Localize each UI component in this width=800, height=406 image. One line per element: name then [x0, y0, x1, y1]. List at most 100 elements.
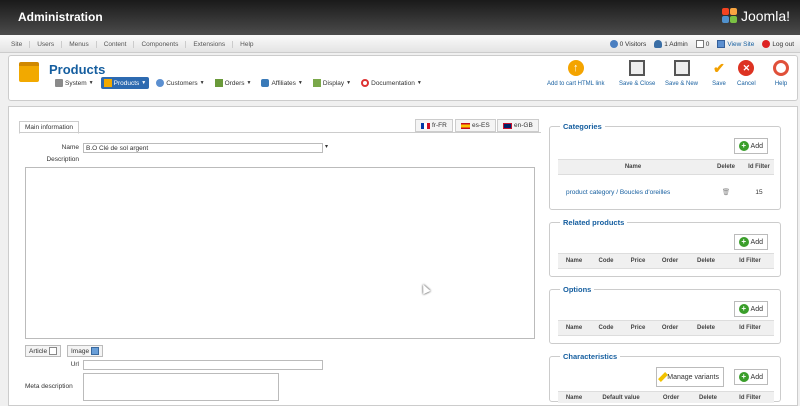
characteristics-table-header: Name Default value Order Delete Id Filte… [558, 391, 774, 403]
menu-help[interactable]: Help [233, 41, 260, 48]
categories-table-header: Name Delete Id Filter [558, 159, 774, 175]
save-new-button[interactable]: Save & New [665, 60, 698, 87]
col-id-filter: Id Filter [748, 164, 770, 170]
options-add-button[interactable]: + Add [733, 301, 768, 317]
tab-en-gb[interactable]: en-GB [497, 119, 539, 132]
name-label: Name [61, 144, 79, 151]
products-icon [19, 62, 39, 82]
meta-description-textarea[interactable] [83, 373, 279, 401]
plus-icon: + [738, 141, 749, 151]
check-icon: ✔ [713, 59, 725, 76]
save-close-button[interactable]: Save & Close [619, 60, 655, 87]
options-table-header: Name Code Price Order Delete Id Filter [558, 320, 774, 336]
image-button[interactable]: Image [67, 345, 104, 357]
menu-components[interactable]: Components [134, 40, 187, 48]
flag-spain-icon [461, 122, 470, 129]
affiliates-icon [261, 79, 270, 87]
related-products-panel: Related products + Add Name Code Price Or… [549, 218, 781, 277]
submenu-orders[interactable]: Orders ▼ [212, 77, 255, 89]
manage-variants-button[interactable]: Manage variants [656, 367, 724, 387]
categories-panel: Categories + Add Name Delete Id Filter pr… [549, 122, 781, 210]
products-small-icon [103, 79, 112, 87]
joomla-logo-icon [721, 8, 738, 24]
name-input[interactable]: B.O Clé de sol argent [83, 143, 323, 153]
edit-form: Main information fr-FR es-ES en-GB Name … [8, 106, 798, 406]
description-label: Description [46, 156, 79, 163]
menu-extensions[interactable]: Extensions [186, 40, 234, 48]
menu-users[interactable]: Users [30, 40, 63, 48]
name-required-marker: ▾ [325, 144, 329, 150]
joomla-logo[interactable]: Joomla! [721, 8, 790, 24]
component-submenu: System ▼ Products ▼ Customers ▼ Orders ▼ Aff… [52, 77, 425, 89]
menu-content[interactable]: Content [97, 40, 135, 48]
related-add-button[interactable]: + Add [733, 234, 768, 250]
characteristics-panel: Characteristics Manage variants + Add Nam… [549, 352, 781, 403]
power-icon [762, 40, 771, 48]
menu-site[interactable]: Site [4, 40, 31, 48]
category-name-link[interactable]: product category / Boucles d'oreilles [558, 189, 708, 196]
category-id: 15 [755, 188, 763, 196]
options-panel: Options + Add Name Code Price Order Delet… [549, 285, 781, 344]
main-menu-bar: Site Users Menus Content Components Exte… [0, 35, 800, 53]
tools-icon [55, 79, 63, 87]
visitors-status: 0 Visitors [609, 40, 646, 48]
page-toolbar: Products System ▼ Products ▼ Customers ▼ Or… [8, 55, 798, 101]
col-delete: Delete [716, 164, 735, 170]
customers-icon [156, 79, 165, 87]
submenu-customers[interactable]: Customers ▼ [153, 77, 207, 89]
table-row: product category / Boucles d'oreilles 🗑 … [558, 183, 774, 201]
related-table-header: Name Code Price Order Delete Id Filter [558, 253, 774, 269]
save-button[interactable]: ✔ Save [711, 59, 727, 88]
article-button[interactable]: Article [25, 345, 62, 357]
logout-link[interactable]: Log out [762, 40, 794, 48]
admin-header: Administration Joomla! [0, 0, 800, 35]
submenu-affiliates[interactable]: Affiliates ▼ [258, 77, 305, 89]
plus-icon: + [738, 372, 749, 382]
admin-icon [654, 40, 663, 48]
flag-uk-icon [503, 122, 512, 129]
url-input[interactable] [83, 360, 323, 370]
mail-icon [695, 40, 704, 48]
messages-status[interactable]: 0 [695, 40, 709, 48]
cart-icon [214, 79, 223, 87]
cancel-button[interactable]: ✕ Cancel [737, 60, 756, 87]
tab-content-border [19, 132, 541, 133]
cancel-icon: ✕ [738, 60, 755, 76]
characteristics-title: Characteristics [560, 352, 621, 361]
arrow-up-icon: ↑ [567, 60, 584, 76]
description-editor[interactable] [25, 167, 535, 339]
options-title: Options [560, 285, 595, 294]
tab-es-es[interactable]: es-ES [455, 119, 496, 132]
help-button[interactable]: Help [773, 60, 789, 87]
characteristics-add-button[interactable]: + Add [733, 369, 768, 385]
menu-menus[interactable]: Menus [62, 40, 97, 48]
related-products-title: Related products [560, 218, 628, 227]
visitors-icon [609, 40, 618, 48]
flag-france-icon [421, 122, 430, 129]
admin-title: Administration [18, 10, 103, 24]
categories-add-button[interactable]: + Add [733, 138, 768, 154]
submenu-products[interactable]: Products ▼ [100, 77, 150, 89]
meta-description-label: Meta description [25, 383, 73, 390]
delete-icon[interactable]: 🗑 [708, 188, 744, 196]
add-to-cart-link-button[interactable]: ↑ Add to cart HTML link [547, 60, 604, 87]
monitor-icon [717, 40, 726, 48]
submenu-display[interactable]: Display ▼ [310, 77, 354, 89]
categories-title: Categories [560, 122, 605, 131]
admin-status: 1 Admin [654, 40, 688, 48]
floppy-icon [629, 60, 646, 76]
tab-fr-fr[interactable]: fr-FR [415, 119, 453, 132]
lifebuoy-icon [361, 79, 370, 87]
help-lifebuoy-icon [773, 60, 789, 76]
display-icon [312, 79, 321, 87]
plus-icon: + [738, 304, 749, 314]
image-icon [91, 347, 100, 355]
joomla-logo-text: Joomla! [740, 8, 790, 24]
url-label: Url [70, 361, 79, 368]
submenu-documentation[interactable]: Documentation ▼ [358, 77, 425, 89]
article-icon [49, 347, 58, 355]
page-title: Products [49, 62, 106, 77]
view-site-link[interactable]: View Site [717, 40, 754, 48]
submenu-system[interactable]: System ▼ [52, 77, 97, 89]
floppy-plus-icon [673, 60, 690, 76]
